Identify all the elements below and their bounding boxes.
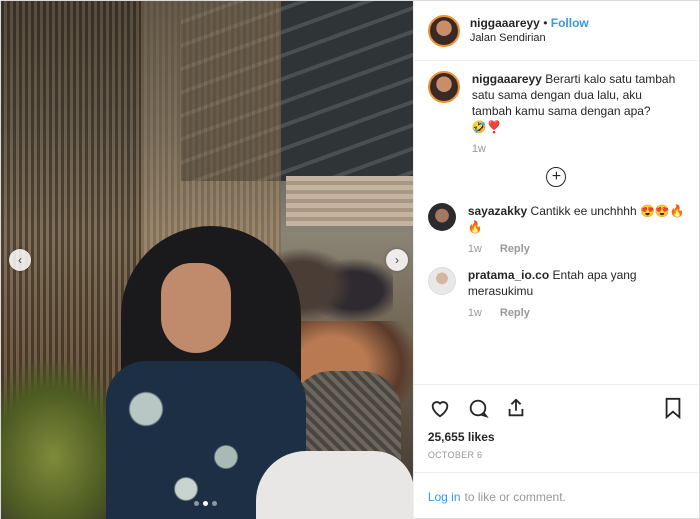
plus-icon: + [551,168,562,185]
chevron-right-icon: › [395,253,399,267]
login-prompt-text: to like or comment. [464,489,566,504]
carousel-dot [194,501,199,506]
carousel-dot-active [203,501,208,506]
commenter-avatar[interactable] [427,203,456,231]
carousel-prev-button[interactable]: ‹ [9,249,31,271]
caption-meta: 1w [472,143,685,155]
caption-username[interactable]: niggaaareyy [472,72,542,86]
carousel-indicator [194,501,217,506]
commenter-avatar[interactable] [427,267,456,295]
author-username[interactable]: niggaaareyy [470,16,540,30]
carousel-dot [212,501,217,506]
bookmark-icon[interactable] [661,396,685,420]
reply-button[interactable]: Reply [500,307,530,319]
comments-section[interactable]: niggaaareyy Berarti kalo satu tambah sat… [414,61,699,384]
post-header: niggaaareyy • Follow Jalan Sendirian [413,1,699,61]
login-prompt: Log in to like or comment. [413,472,699,519]
comment-icon[interactable] [466,396,490,420]
caption-emoji: 🤣❣️ [471,120,502,134]
post-date: OCTOBER 6 [427,450,483,460]
comment-body: pratama_io.co Entah apa yang merasukimu [468,267,685,299]
action-bar [413,384,699,430]
share-icon[interactable] [504,396,528,420]
post-side-panel: niggaaareyy • Follow Jalan Sendirian nig… [412,1,699,519]
likes-count[interactable]: 25,655 likes [414,430,699,444]
photo-person-face [161,263,231,353]
comment-item: sayazakky Cantikk ee unchhhh 😍😍🔥🔥 [427,203,685,235]
caption-time[interactable]: 1w [472,143,486,155]
caption-avatar[interactable] [427,71,460,103]
carousel-next-button[interactable]: › [386,249,408,271]
photo-awning [286,176,413,226]
caption-row: niggaaareyy Berarti kalo satu tambah sat… [427,71,685,135]
comment-time[interactable]: 1w [468,243,482,255]
heart-icon[interactable] [428,396,452,420]
post-location[interactable]: Jalan Sendirian [470,31,589,46]
chevron-left-icon: ‹ [18,253,22,267]
photo-foreground-cloth [256,451,413,519]
post-photo[interactable]: ‹ › [1,1,413,519]
comment-username[interactable]: pratama_io.co [468,268,549,282]
comment-username[interactable]: sayazakky [468,204,527,218]
separator-dot: • [543,15,548,30]
author-meta: niggaaareyy • Follow Jalan Sendirian [470,16,589,46]
comment-meta: 1w Reply [468,243,685,255]
login-link[interactable]: Log in [428,490,461,504]
comment-item: pratama_io.co Entah apa yang merasukimu [427,267,685,299]
comment-body: sayazakky Cantikk ee unchhhh 😍😍🔥🔥 [468,203,685,235]
comment-meta: 1w Reply [468,307,685,319]
instagram-post: ‹ › niggaaareyy • Follow Jalan Sendirian [0,0,700,519]
caption-body: niggaaareyy Berarti kalo satu tambah sat… [472,71,685,135]
reply-button[interactable]: Reply [500,243,530,255]
load-more-comments-button[interactable]: + [546,167,567,187]
author-avatar[interactable] [427,14,460,47]
comment-time[interactable]: 1w [468,307,482,319]
follow-button[interactable]: Follow [551,16,589,30]
